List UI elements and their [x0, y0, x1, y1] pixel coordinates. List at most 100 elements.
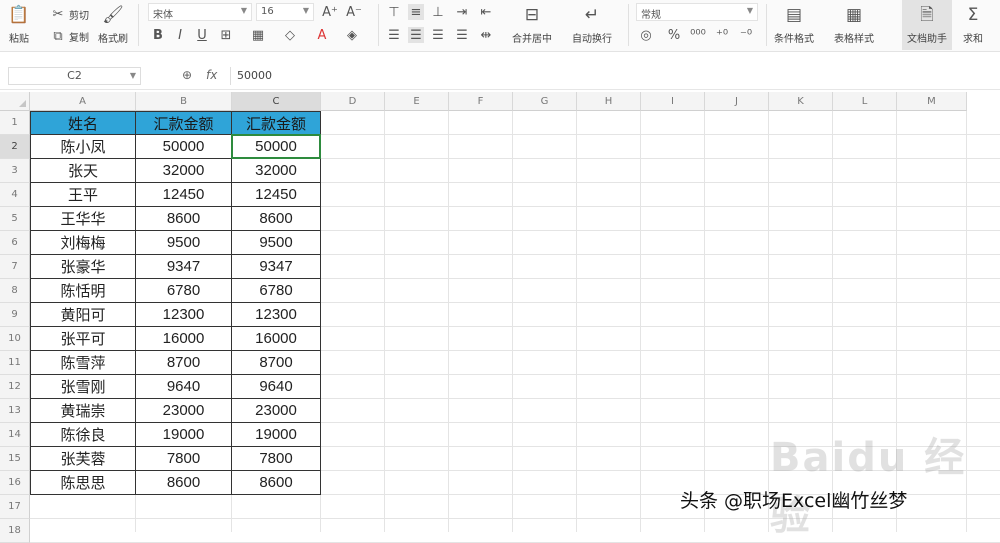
table-cell[interactable]: 16000 [232, 327, 321, 351]
row-header-6[interactable]: 6 [0, 231, 30, 255]
number-format-select[interactable]: 常规 ▼ [636, 3, 758, 21]
table-cell[interactable]: 刘梅梅 [30, 231, 136, 255]
table-cell[interactable]: 黄阳可 [30, 303, 136, 327]
merge-center-button[interactable]: ⊟ 合并居中 [512, 4, 552, 45]
align-right-button[interactable]: ☰ [430, 27, 446, 43]
table-cell[interactable]: 张雪刚 [30, 375, 136, 399]
column-header-f[interactable]: F [449, 92, 513, 111]
justify-button[interactable]: ☰ [454, 27, 470, 43]
sum-button[interactable]: Σ 求和 [962, 4, 984, 45]
row-header-10[interactable]: 10 [0, 327, 30, 351]
table-cell[interactable]: 黄瑞崇 [30, 399, 136, 423]
table-cell[interactable]: 8700 [232, 351, 321, 375]
table-cell[interactable]: 8600 [136, 207, 232, 231]
formula-input[interactable]: 50000 [230, 67, 1000, 85]
table-cell[interactable]: 陈思思 [30, 471, 136, 495]
table-header-cell[interactable]: 汇款金额 [136, 111, 232, 135]
table-cell[interactable]: 9640 [232, 375, 321, 399]
wrap-text-button[interactable]: ↵ 自动换行 [572, 4, 612, 45]
row-header-12[interactable]: 12 [0, 375, 30, 399]
row-header-2[interactable]: 2 [0, 135, 30, 159]
percent-button[interactable]: % [666, 27, 682, 43]
row-header-4[interactable]: 4 [0, 183, 30, 207]
underline-button[interactable]: U [194, 27, 210, 43]
row-header-17[interactable]: 17 [0, 495, 30, 519]
distributed-button[interactable]: ⇹ [478, 27, 494, 43]
row-header-18[interactable]: 18 [0, 519, 30, 543]
table-cell[interactable]: 9347 [136, 255, 232, 279]
copy-button[interactable]: ⧉ 复制 [50, 28, 89, 44]
currency-button[interactable]: ◎ [638, 27, 654, 43]
row-header-3[interactable]: 3 [0, 159, 30, 183]
column-header-d[interactable]: D [321, 92, 385, 111]
font-size-select[interactable]: 16 ▼ [256, 3, 314, 21]
table-cell[interactable]: 50000 [136, 135, 232, 159]
border-button[interactable]: ⊞ [218, 27, 234, 43]
table-cell[interactable]: 7800 [232, 447, 321, 471]
select-all-corner[interactable] [0, 92, 30, 111]
column-header-c[interactable]: C [232, 92, 321, 111]
increase-decimal-button[interactable]: ⁺⁰ [714, 27, 730, 43]
table-cell[interactable]: 陈徐良 [30, 423, 136, 447]
table-cell[interactable]: 23000 [136, 399, 232, 423]
thousands-button[interactable]: ⁰⁰⁰ [690, 27, 706, 43]
table-cell[interactable]: 陈小凤 [30, 135, 136, 159]
table-cell[interactable]: 12450 [232, 183, 321, 207]
column-header-k[interactable]: K [769, 92, 833, 111]
align-middle-button[interactable]: ≡ [408, 4, 424, 20]
table-cell[interactable]: 9500 [136, 231, 232, 255]
decrease-decimal-button[interactable]: ⁻⁰ [738, 27, 754, 43]
column-header-m[interactable]: M [897, 92, 967, 111]
indent-button[interactable]: ⇥ [454, 4, 470, 20]
table-cell[interactable]: 王平 [30, 183, 136, 207]
conditional-format-button[interactable]: ▤ 条件格式 [774, 4, 814, 45]
decrease-font-button[interactable]: A⁻ [346, 4, 362, 20]
table-cell[interactable]: 王华华 [30, 207, 136, 231]
table-cell[interactable]: 陈雪萍 [30, 351, 136, 375]
fx-icon[interactable]: fx [206, 68, 217, 82]
table-cell[interactable]: 6780 [136, 279, 232, 303]
table-cell[interactable]: 张豪华 [30, 255, 136, 279]
row-header-5[interactable]: 5 [0, 207, 30, 231]
row-header-14[interactable]: 14 [0, 423, 30, 447]
row-header-7[interactable]: 7 [0, 255, 30, 279]
table-cell[interactable]: 张平可 [30, 327, 136, 351]
table-cell[interactable]: 陈恬明 [30, 279, 136, 303]
column-header-g[interactable]: G [513, 92, 577, 111]
zoom-icon[interactable]: ⊕ [182, 68, 192, 82]
table-cell[interactable]: 19000 [136, 423, 232, 447]
column-header-i[interactable]: I [641, 92, 705, 111]
table-cell[interactable]: 12300 [232, 303, 321, 327]
column-header-a[interactable]: A [30, 92, 136, 111]
row-header-8[interactable]: 8 [0, 279, 30, 303]
format-painter-button[interactable]: 🖌 格式刷 [98, 4, 128, 45]
column-header-l[interactable]: L [833, 92, 897, 111]
row-header-13[interactable]: 13 [0, 399, 30, 423]
table-cell[interactable]: 12300 [136, 303, 232, 327]
column-header-e[interactable]: E [385, 92, 449, 111]
table-style-button[interactable]: ▦ 表格样式 [834, 4, 874, 45]
column-header-j[interactable]: J [705, 92, 769, 111]
italic-button[interactable]: I [172, 27, 188, 43]
table-cell[interactable]: 32000 [136, 159, 232, 183]
column-header-h[interactable]: H [577, 92, 641, 111]
table-cell[interactable]: 6780 [232, 279, 321, 303]
paste-button[interactable]: 📋 粘贴 [8, 4, 30, 45]
table-cell[interactable]: 7800 [136, 447, 232, 471]
table-cell[interactable]: 张天 [30, 159, 136, 183]
outdent-button[interactable]: ⇤ [478, 4, 494, 20]
table-cell[interactable]: 9640 [136, 375, 232, 399]
font-name-select[interactable]: 宋体 ▼ [148, 3, 252, 21]
cell-fill-button[interactable]: ▦ [250, 27, 266, 43]
table-cell[interactable]: 23000 [232, 399, 321, 423]
clear-button[interactable]: ◈ [344, 27, 360, 43]
table-cell[interactable]: 张芙蓉 [30, 447, 136, 471]
table-cell[interactable]: 50000 [232, 135, 321, 159]
bold-button[interactable]: B [150, 27, 166, 43]
row-header-9[interactable]: 9 [0, 303, 30, 327]
fill-color-button[interactable]: ◇ [282, 27, 298, 43]
table-cell[interactable]: 8600 [232, 207, 321, 231]
row-header-15[interactable]: 15 [0, 447, 30, 471]
table-header-cell[interactable]: 汇款金额 [232, 111, 321, 135]
row-header-16[interactable]: 16 [0, 471, 30, 495]
